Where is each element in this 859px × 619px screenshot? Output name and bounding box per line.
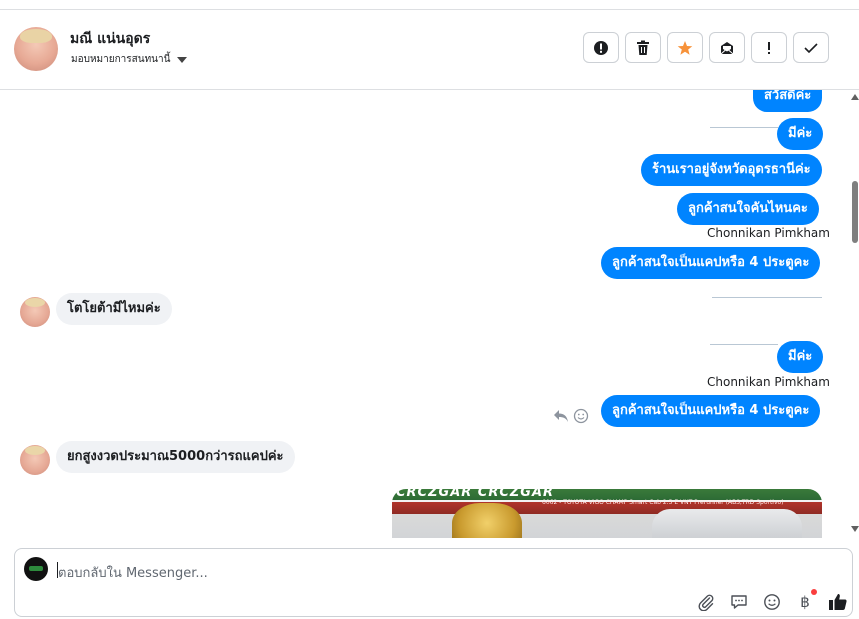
payment-button[interactable]: ฿: [794, 589, 817, 613]
outgoing-message: มีค่ะ: [777, 118, 824, 150]
contact-avatar[interactable]: [14, 27, 58, 71]
message-thread[interactable]: สวัสดีค่ะ มีค่ะ ร้านเราอยู่จังหวัดอุดรธา…: [0, 90, 848, 538]
like-button[interactable]: [827, 591, 849, 613]
paperclip-icon: [698, 594, 714, 611]
follow-up-button[interactable]: [751, 32, 787, 63]
gold-statue-graphic: [452, 503, 522, 538]
saved-replies-button[interactable]: [728, 591, 750, 613]
message-separator: [710, 344, 778, 345]
star-icon: [677, 40, 693, 55]
delete-button[interactable]: [625, 32, 661, 63]
scrollbar-thumb[interactable]: [852, 181, 858, 243]
page-avatar: [24, 557, 48, 581]
reply-input[interactable]: ตอบกลับใน Messenger...: [58, 562, 208, 583]
speech-bubble-icon: [731, 595, 747, 609]
star-button[interactable]: [667, 32, 703, 63]
emoji-button[interactable]: [761, 591, 783, 613]
react-smiley-icon[interactable]: [573, 408, 589, 424]
outgoing-message: มีค่ะ: [777, 341, 824, 373]
image-caption-strip: 6062 - TOYOTA VIGO CHAMP Smart Cab 2.5 E…: [542, 499, 784, 506]
header-actions: [583, 32, 829, 63]
caret-down-icon: [177, 56, 188, 63]
assign-label: มอบหมายการสนทนานี้: [71, 54, 171, 65]
image-message[interactable]: CRCZGAR CRCZGAR 6062 - TOYOTA VIGO CHAMP…: [392, 489, 822, 538]
message-separator: [710, 127, 778, 128]
attach-button[interactable]: [695, 591, 717, 613]
composer-toolbar: ฿: [695, 589, 849, 613]
assign-conversation-dropdown[interactable]: มอบหมายการสนทนานี้: [71, 52, 188, 67]
outgoing-message: ลูกค้าสนใจคันไหนคะ: [677, 193, 819, 225]
sender-name: Chonnikan Pimkham: [707, 226, 830, 240]
exclamation-circle-icon: [594, 40, 608, 55]
image-banner-text: CRCZGAR CRCZGAR: [396, 489, 555, 500]
outgoing-message: ลูกค้าสนใจเป็นแคปหรือ 4 ประตูคะ: [601, 247, 821, 279]
contact-avatar-small: [20, 445, 50, 475]
notification-dot: [811, 589, 817, 595]
exclamation-icon: [768, 41, 770, 54]
contact-avatar-small: [20, 297, 50, 327]
baht-icon: ฿: [800, 593, 810, 611]
message-separator: [712, 297, 822, 298]
thumbs-up-icon: [829, 594, 847, 610]
outgoing-message: ลูกค้าสนใจเป็นแคปหรือ 4 ประตูคะ: [601, 395, 821, 427]
incoming-message: โตโยต้ามีไหมค่ะ: [56, 293, 172, 325]
outgoing-message: ร้านเราอยู่จังหวัดอุดรธานีค่ะ: [641, 154, 822, 186]
conversation-header: มณี แน่นอุดร มอบหมายการสนทนานี้: [0, 10, 859, 90]
trash-icon: [637, 40, 649, 55]
reply-icon[interactable]: [553, 409, 569, 423]
incoming-message: ยกสูงงวดประมาณ5000กว่ารถแคปค่ะ: [56, 441, 295, 473]
scroll-up-arrow-icon[interactable]: [851, 94, 859, 100]
scroll-down-arrow-icon[interactable]: [851, 526, 859, 532]
message-hover-actions: [553, 408, 589, 424]
checkmark-icon: [804, 42, 818, 53]
sender-name: Chonnikan Pimkham: [707, 375, 830, 389]
envelope-icon: [720, 41, 734, 54]
reply-composer[interactable]: ตอบกลับใน Messenger... ฿: [14, 548, 853, 617]
thread-scrollbar[interactable]: [848, 90, 859, 538]
outgoing-message: สวัสดีค่ะ: [753, 90, 823, 112]
done-button[interactable]: [793, 32, 829, 63]
contact-name[interactable]: มณี แน่นอุดร: [70, 28, 150, 50]
mark-spam-button[interactable]: [583, 32, 619, 63]
mark-unread-button[interactable]: [709, 32, 745, 63]
car-graphic: [652, 509, 802, 538]
smiley-icon: [764, 594, 780, 610]
